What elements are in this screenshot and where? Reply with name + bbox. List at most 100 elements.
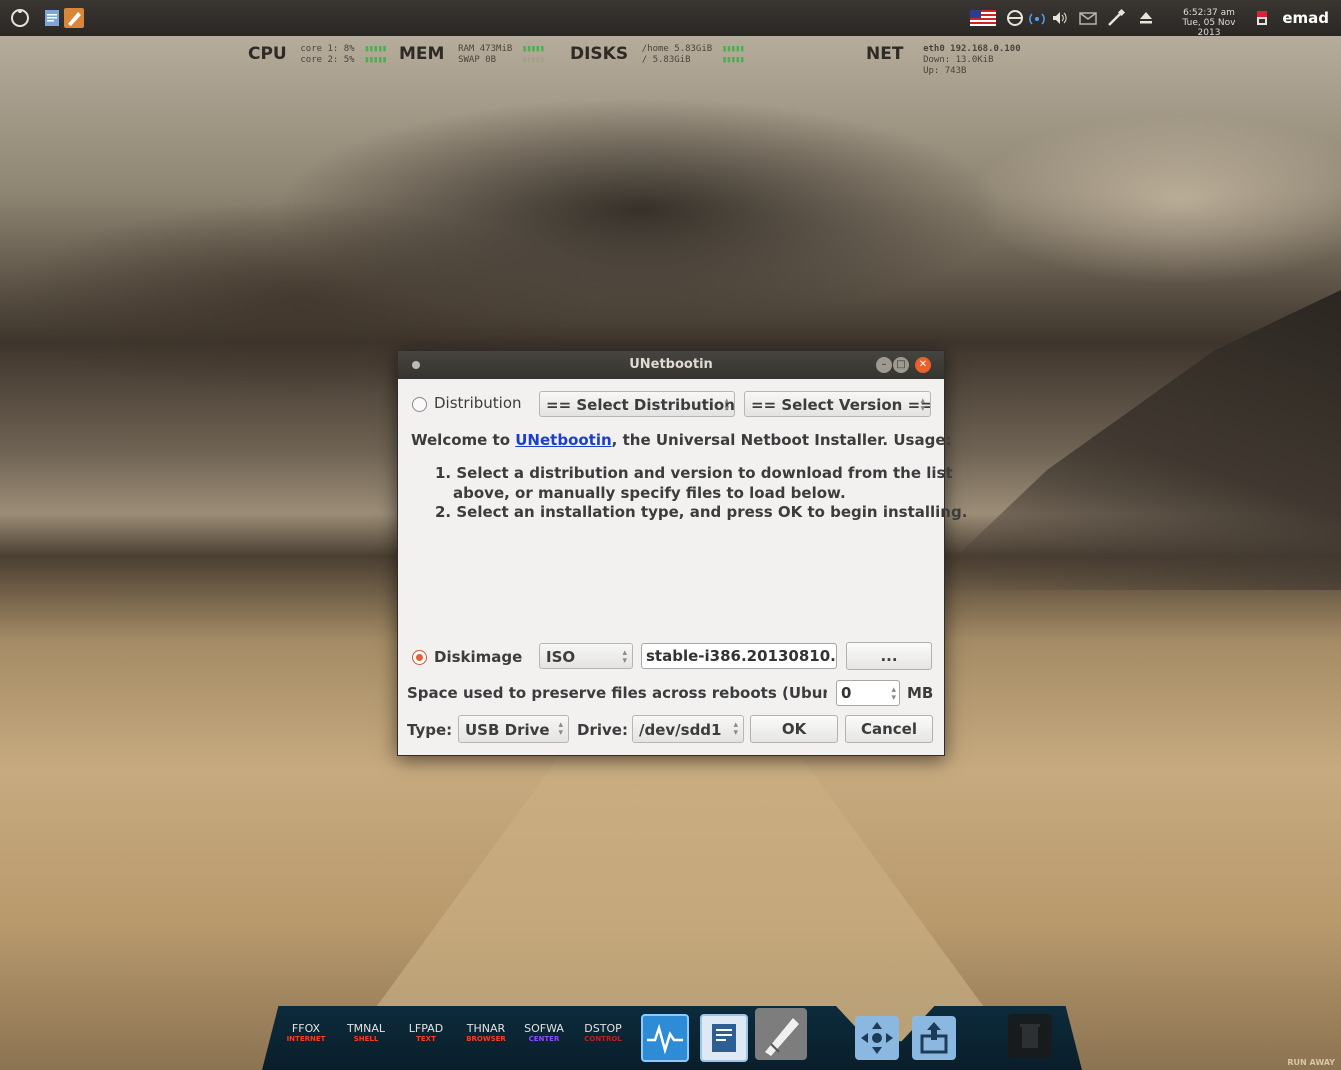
- eject-icon[interactable]: [1136, 8, 1156, 28]
- drive-combo[interactable]: /dev/sdd1 ▴ ▾: [632, 715, 744, 743]
- net-label: NET: [866, 44, 904, 64]
- net-down: Down: 13.0KiB: [923, 55, 994, 65]
- net-up: Up: 743B: [923, 66, 967, 76]
- unetbootin-icon[interactable]: [755, 1008, 807, 1060]
- dock-launcher-sub: CENTER: [528, 1035, 560, 1043]
- dock-launcher-sub: CONTROL: [584, 1035, 622, 1043]
- user-menu[interactable]: emad: [1282, 9, 1329, 27]
- dock-launcher-label: THNAR: [466, 1022, 506, 1035]
- drive-value: /dev/sdd1: [639, 721, 722, 739]
- clock[interactable]: 6:52:37 am Tue, 05 Nov 2013: [1170, 8, 1248, 38]
- diskimage-type-combo[interactable]: ISO ▴ ▾: [539, 643, 633, 669]
- window-title: UNetbootin: [629, 357, 713, 372]
- select-version-combo[interactable]: == Select Version == ▴ ▾: [744, 391, 931, 417]
- conky-cpu: CPU core 1: 8% core 2: 5% ▮▮▮▮▮ ▮▮▮▮▮: [248, 44, 387, 66]
- combo-arrows-icon: ▴ ▾: [622, 648, 627, 666]
- net-iface: eth0 192.168.0.100: [923, 44, 1021, 54]
- us-flag-icon[interactable]: [970, 8, 996, 28]
- wallpaper-watermark: RUN AWAY: [1287, 1058, 1335, 1067]
- dock-launcher-label: TMNAL: [346, 1022, 386, 1035]
- usage-step-2: 2. Select an installation type, and pres…: [435, 503, 968, 521]
- diskimage-radio[interactable]: [412, 650, 427, 665]
- type-label: Type:: [407, 721, 453, 739]
- maximize-icon[interactable]: □: [893, 357, 909, 373]
- trash-icon[interactable]: [1008, 1014, 1052, 1058]
- dock-launcher-sub: INTERNET: [286, 1035, 326, 1043]
- usage-step-1-line-1: 1. Select a distribution and version to …: [435, 464, 953, 482]
- dock-launcher-tmnal[interactable]: TMNAL SHELL: [339, 1022, 393, 1043]
- unetbootin-link[interactable]: UNetbootin: [515, 431, 611, 449]
- dock-launcher-sofwa[interactable]: SOFWA CENTER: [517, 1022, 571, 1043]
- combo-arrows-icon: ▴ ▾: [724, 396, 729, 414]
- sync-icon[interactable]: [1005, 8, 1025, 28]
- mem-bars: ▮▮▮▮▮ ▮▮▮▮▮: [521, 44, 545, 65]
- distribution-radio[interactable]: [412, 397, 427, 412]
- mail-icon[interactable]: [1078, 8, 1098, 28]
- conky-net: NET eth0 192.168.0.100 Down: 13.0KiB Up:…: [866, 44, 1021, 77]
- dock-launcher-label: FFOX: [291, 1022, 321, 1035]
- persist-value: 0: [841, 684, 852, 702]
- cpu-label: CPU: [248, 44, 287, 64]
- select-distribution-combo[interactable]: == Select Distribution == ▴▾: [539, 391, 735, 417]
- conky-disks: DISKS /home 5.83GiB / 5.83GiB ▮▮▮▮▮ ▮▮▮▮▮: [570, 44, 745, 66]
- disk-home: /home 5.83GiB: [641, 44, 713, 54]
- mem-ram: RAM 473MiB: [458, 44, 513, 54]
- diskimage-path-value: stable-i386.20130810.iso: [646, 647, 836, 665]
- browse-button[interactable]: ...: [846, 642, 932, 670]
- combo-arrows-icon: ▴ ▾: [558, 720, 563, 738]
- disk-bars: ▮▮▮▮▮ ▮▮▮▮▮: [721, 44, 745, 65]
- welcome-prefix: Welcome to: [411, 431, 516, 449]
- unetbootin-window: UNetbootin – □ ✕ Distribution == Select …: [397, 350, 967, 756]
- persist-unit: MB: [907, 684, 934, 702]
- diskimage-type-value: ISO: [546, 648, 576, 666]
- cpu-bars: ▮▮▮▮▮ ▮▮▮▮▮: [364, 44, 387, 65]
- dock-launcher-sub: BROWSER: [466, 1035, 506, 1043]
- diskimage-label[interactable]: Diskimage: [434, 648, 522, 666]
- dock-launcher-label: SOFWA: [524, 1022, 564, 1035]
- dock-launcher-thnar[interactable]: THNAR BROWSER: [459, 1022, 513, 1043]
- usage-step-1-line-2: above, or manually specify files to load…: [453, 484, 846, 502]
- unetbootin-icon[interactable]: [64, 8, 84, 28]
- system-monitor-icon[interactable]: [641, 1014, 689, 1062]
- dock-launcher-label: DSTOP: [584, 1022, 622, 1035]
- text-editor-icon[interactable]: [42, 8, 62, 28]
- move-icon[interactable]: [855, 1016, 899, 1060]
- spin-arrows-icon[interactable]: ▴ ▾: [891, 681, 896, 703]
- cpu-core2: core 2: 5%: [300, 55, 355, 65]
- type-value: USB Drive: [465, 721, 550, 739]
- ubuntu-logo-icon[interactable]: [10, 8, 30, 28]
- distribution-label[interactable]: Distribution: [434, 394, 522, 412]
- dock-launcher-ffox[interactable]: FFOX INTERNET: [279, 1022, 333, 1043]
- type-combo[interactable]: USB Drive ▴ ▾: [458, 715, 569, 743]
- close-icon[interactable]: ✕: [915, 357, 931, 373]
- mem-swap: SWAP 0B: [458, 55, 497, 65]
- dock-launcher-lfpad[interactable]: LFPAD TEXT: [399, 1022, 453, 1043]
- combo-arrows-icon: ▴ ▾: [733, 720, 738, 738]
- dock-launcher-dstop[interactable]: DSTOP CONTROL: [576, 1022, 630, 1043]
- conky-mem: MEM RAM 473MiB SWAP 0B ▮▮▮▮▮ ▮▮▮▮▮: [399, 44, 545, 66]
- welcome-suffix: , the Universal Netboot Installer. Usage…: [611, 431, 952, 449]
- ok-button[interactable]: OK: [750, 715, 838, 743]
- disks-label: DISKS: [570, 44, 629, 64]
- window-titlebar[interactable]: UNetbootin – □ ✕: [398, 351, 944, 379]
- select-version-value: == Select Version ==: [751, 396, 931, 414]
- dock-launcher-sub: TEXT: [416, 1035, 436, 1043]
- minimize-icon[interactable]: –: [876, 357, 892, 373]
- diskimage-path-field[interactable]: stable-i386.20130810.iso: [641, 643, 837, 669]
- session-icon[interactable]: [1255, 8, 1269, 28]
- cpu-core1: core 1: 8%: [300, 44, 355, 54]
- welcome-text: Welcome to UNetbootin, the Universal Net…: [411, 431, 952, 449]
- wifi-icon[interactable]: [1027, 8, 1047, 28]
- persist-label-text: Space used to preserve files across rebo…: [407, 684, 827, 702]
- volume-icon[interactable]: [1050, 8, 1070, 28]
- persist-label: Space used to preserve files across rebo…: [407, 684, 827, 702]
- document-viewer-icon[interactable]: [700, 1014, 748, 1062]
- network-cable-icon[interactable]: [1106, 8, 1126, 28]
- clock-time: 6:52:37 am: [1183, 8, 1235, 18]
- mem-label: MEM: [399, 44, 445, 64]
- persist-spinbox[interactable]: 0 ▴ ▾: [836, 680, 900, 706]
- clock-date: Tue, 05 Nov 2013: [1182, 18, 1236, 38]
- cancel-button[interactable]: Cancel: [845, 715, 933, 743]
- combo-arrows-icon: ▴ ▾: [920, 396, 925, 414]
- share-icon[interactable]: [912, 1016, 956, 1060]
